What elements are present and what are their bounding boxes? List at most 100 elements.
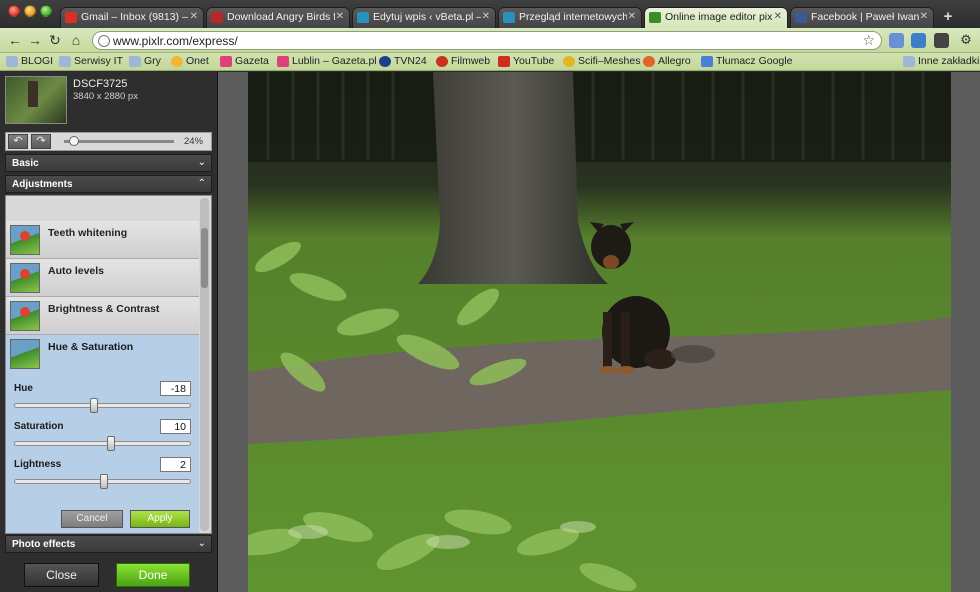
- globe-icon: [98, 35, 110, 47]
- adjustment-label: Brightness & Contrast: [48, 303, 160, 315]
- bookmark-item[interactable]: Lublin – Gazeta.pl: [277, 55, 377, 69]
- bookmark-item[interactable]: YouTube: [498, 55, 554, 69]
- list-item[interactable]: [6, 195, 199, 196]
- saturation-value-input[interactable]: 10: [160, 419, 191, 434]
- home-icon[interactable]: ⌂: [67, 31, 85, 49]
- address-bar[interactable]: www.pixlr.com/express/ ☆: [92, 31, 882, 50]
- section-photo-effects[interactable]: Photo effects ⌄: [5, 535, 212, 553]
- hue-label: Hue: [14, 383, 33, 394]
- adjustment-auto-levels[interactable]: Auto levels: [6, 259, 199, 297]
- bookmark-label: TVN24: [394, 55, 427, 67]
- url-text: www.pixlr.com/express/: [113, 34, 238, 48]
- hue-slider-handle[interactable]: [90, 398, 99, 413]
- bookmark-label: Gazeta: [235, 55, 269, 67]
- hue-value-input[interactable]: -18: [160, 381, 191, 396]
- bookmark-item[interactable]: Onet: [171, 55, 209, 69]
- other-bookmarks[interactable]: Inne zakładki: [903, 55, 979, 69]
- bookmark-item[interactable]: BLOGI: [6, 55, 53, 69]
- photo-canvas[interactable]: [248, 72, 951, 592]
- image-thumbnail: [5, 76, 67, 124]
- zoom-bar: ↶ ↷ 24%: [5, 132, 212, 151]
- onet-icon: [171, 56, 183, 67]
- zoom-slider-track[interactable]: [64, 140, 174, 143]
- tab-title: Online image editor pixlr fo: [665, 11, 773, 23]
- bookmark-item[interactable]: TVN24: [379, 55, 427, 69]
- tab-vbeta[interactable]: Edytuj wpis ‹ vBeta.pl — W ✕: [352, 7, 496, 28]
- forward-icon[interactable]: →: [26, 31, 44, 49]
- close-icon[interactable]: ✕: [482, 11, 490, 22]
- done-button[interactable]: Done: [116, 563, 190, 587]
- section-basic[interactable]: Basic ⌄: [5, 154, 212, 172]
- bookmark-item[interactable]: Filmweb: [436, 55, 490, 69]
- zoom-slider-handle[interactable]: [68, 136, 79, 146]
- redo-button[interactable]: ↷: [31, 134, 51, 149]
- tab-title: Przegląd internetowych ed: [519, 11, 627, 23]
- close-icon[interactable]: ✕: [920, 11, 928, 22]
- lightness-label: Lightness: [14, 459, 62, 470]
- tab-przeglad[interactable]: Przegląd internetowych ed ✕: [498, 7, 642, 28]
- tab-angry-birds[interactable]: Download Angry Birds for M ✕: [206, 7, 350, 28]
- bookmark-item[interactable]: Allegro: [643, 55, 691, 69]
- scrollbar-thumb[interactable]: [201, 228, 208, 288]
- tab-pixlr[interactable]: Online image editor pixlr fo ✕: [644, 7, 788, 28]
- window-minimize-button[interactable]: [24, 5, 36, 17]
- camera-extension-icon[interactable]: [934, 33, 949, 48]
- adjustment-thumbnail-icon: [10, 301, 40, 331]
- extension-icon[interactable]: [911, 33, 926, 48]
- back-icon[interactable]: ←: [6, 31, 24, 49]
- saturation-slider-handle[interactable]: [106, 436, 115, 451]
- saturation-label: Saturation: [14, 421, 64, 432]
- lightness-value-input[interactable]: 2: [160, 457, 191, 472]
- lightness-slider-handle[interactable]: [100, 474, 109, 489]
- bookmark-label: Serwisy IT: [74, 55, 124, 67]
- cancel-button[interactable]: Cancel: [61, 510, 123, 528]
- extension-icon[interactable]: [889, 33, 904, 48]
- undo-button[interactable]: ↶: [8, 134, 28, 149]
- facebook-icon: [795, 12, 807, 23]
- bookmark-item[interactable]: Gazeta: [220, 55, 269, 69]
- close-button[interactable]: Close: [24, 563, 99, 587]
- close-icon[interactable]: ✕: [336, 11, 344, 22]
- gmail-icon: [65, 12, 77, 23]
- browser-toolbar: ← → ↻ ⌂ www.pixlr.com/express/ ☆ ⚙: [0, 28, 980, 53]
- tab-title: Facebook | Paweł Iwaniuk: [811, 11, 919, 23]
- bookmark-star-icon[interactable]: ☆: [862, 32, 875, 49]
- tab-title: Download Angry Birds for M: [227, 11, 335, 23]
- bookmark-label: Tłumacz Google: [716, 55, 793, 67]
- folder-icon: [903, 56, 915, 67]
- allegro-icon: [643, 56, 655, 67]
- tab-title: Gmail – Inbox (9813) – fro: [81, 11, 189, 23]
- window-close-button[interactable]: [8, 5, 20, 17]
- wrench-icon[interactable]: ⚙: [957, 31, 975, 49]
- section-adjustments[interactable]: Adjustments ⌃: [5, 175, 212, 193]
- site-favicon-icon: [211, 12, 223, 23]
- window-zoom-button[interactable]: [40, 5, 52, 17]
- close-icon[interactable]: ✕: [190, 11, 198, 22]
- bookmark-item[interactable]: Tłumacz Google: [701, 55, 792, 69]
- close-icon[interactable]: ✕: [774, 11, 782, 22]
- chevron-down-icon: ⌄: [197, 538, 206, 549]
- bookmark-label: YouTube: [513, 55, 555, 67]
- adjustments-scrollbar[interactable]: [200, 198, 209, 531]
- apply-button[interactable]: Apply: [130, 510, 190, 528]
- hue-slider-track[interactable]: [14, 403, 191, 408]
- saturation-slider-track[interactable]: [14, 441, 191, 446]
- reload-icon[interactable]: ↻: [46, 31, 64, 49]
- tab-title: Edytuj wpis ‹ vBeta.pl — W: [373, 11, 481, 23]
- folder-icon: [6, 56, 18, 67]
- adjustment-label: Hue & Saturation: [48, 341, 134, 353]
- folder-icon: [59, 56, 71, 67]
- filmweb-icon: [436, 56, 448, 67]
- tab-gmail[interactable]: Gmail – Inbox (9813) – fro ✕: [60, 7, 204, 28]
- chevron-up-icon: ⌃: [197, 178, 206, 189]
- bookmark-item[interactable]: Gry: [129, 55, 161, 69]
- adjustment-hue-saturation[interactable]: Hue & Saturation: [6, 335, 199, 373]
- tab-facebook[interactable]: Facebook | Paweł Iwaniuk ✕: [790, 7, 934, 28]
- bookmark-item[interactable]: Serwisy IT: [59, 55, 123, 69]
- bookmark-label: Allegro: [658, 55, 691, 67]
- adjustment-teeth-whitening[interactable]: Teeth whitening: [6, 221, 199, 259]
- adjustment-brightness-contrast[interactable]: Brightness & Contrast: [6, 297, 199, 335]
- new-tab-button[interactable]: +: [940, 9, 956, 26]
- close-icon[interactable]: ✕: [628, 11, 636, 22]
- bookmark-item[interactable]: Scifi–Meshes: [563, 55, 640, 69]
